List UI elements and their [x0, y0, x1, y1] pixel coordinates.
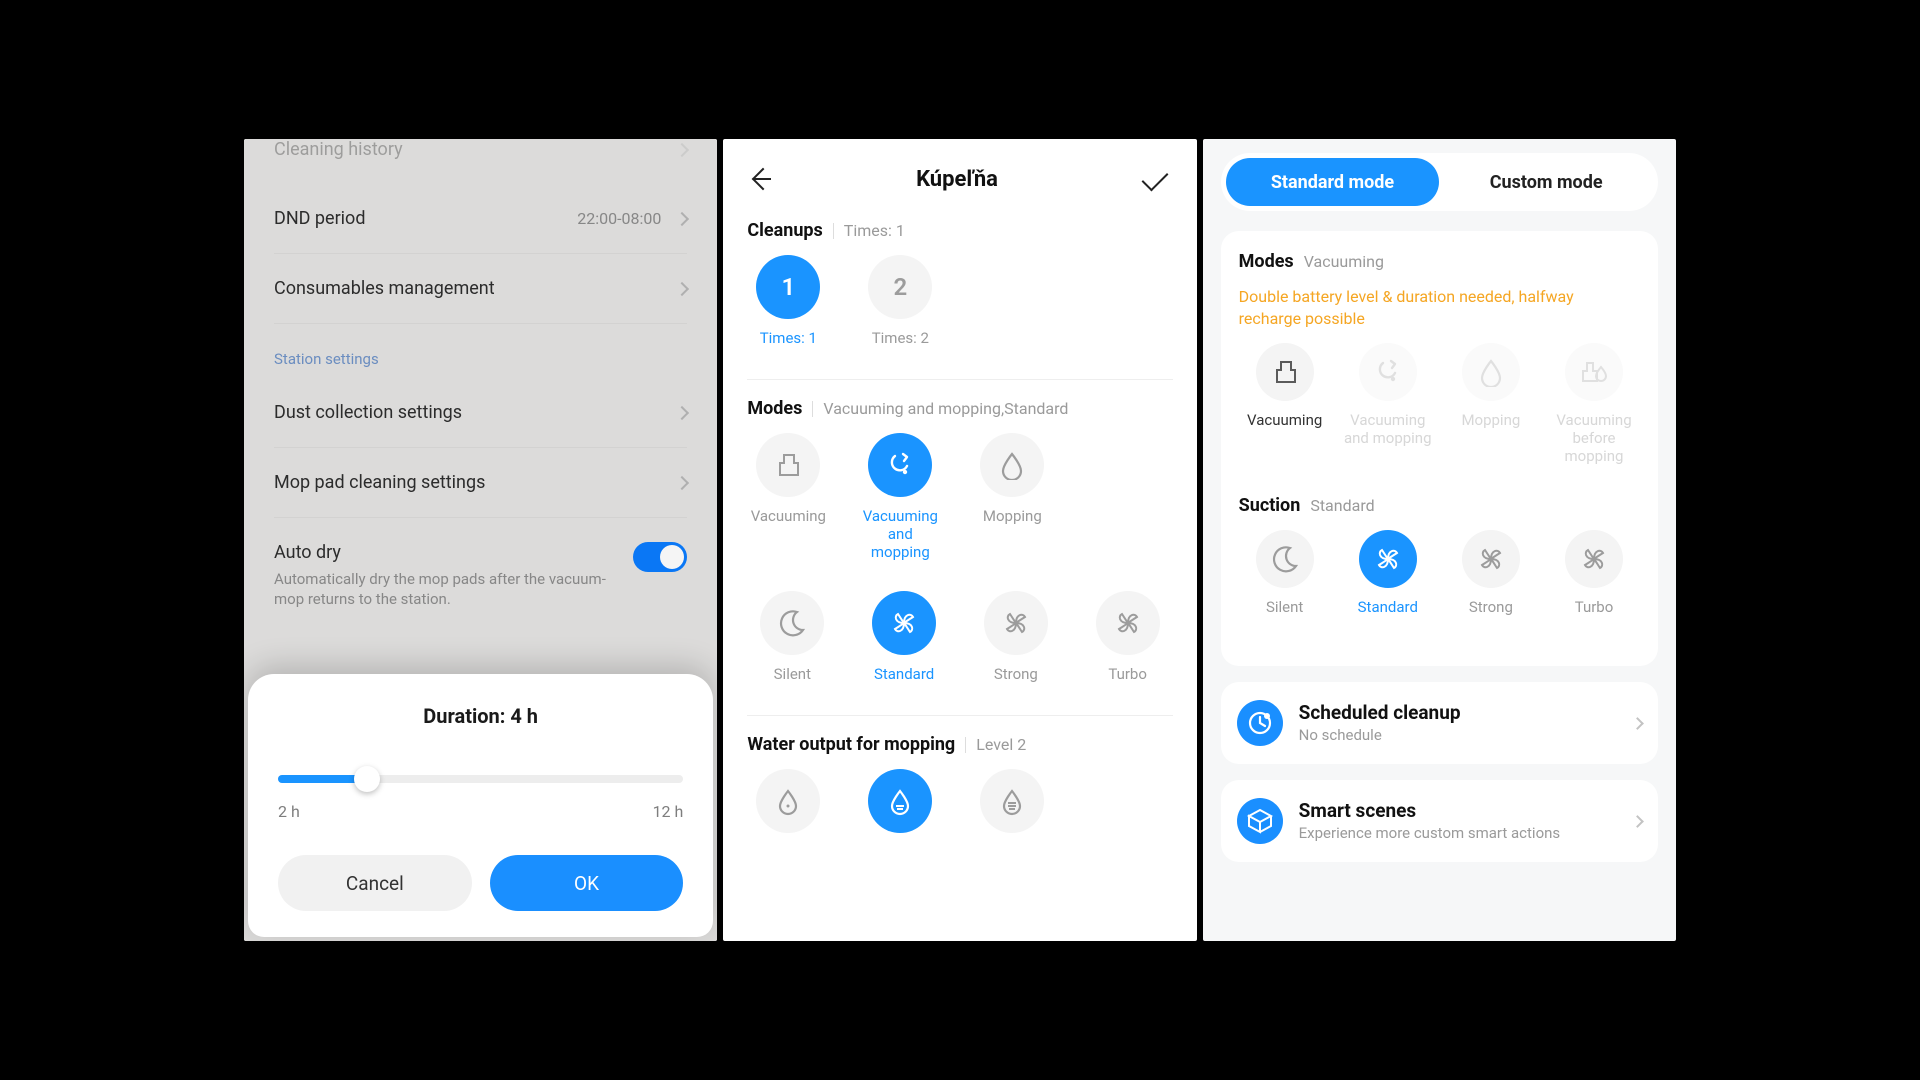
station-settings-header: Station settings	[274, 324, 687, 378]
chevron-right-icon	[675, 211, 689, 225]
drop-icon	[1476, 357, 1506, 387]
vacuum-icon	[773, 450, 803, 480]
clock-icon	[1237, 700, 1283, 746]
cleaning-history-row[interactable]: Cleaning history	[274, 139, 687, 184]
consumables-row[interactable]: Consumables management	[274, 254, 687, 324]
fan-icon	[889, 608, 919, 638]
consumables-label: Consumables management	[274, 278, 495, 299]
smart-scenes-row[interactable]: Smart scenes Experience more custom smar…	[1221, 780, 1658, 862]
vacuum-icon	[1270, 357, 1300, 387]
cleanups-option-2[interactable]: 2 Times: 2	[859, 255, 941, 365]
drop-icon	[885, 786, 915, 816]
moon-icon	[777, 608, 807, 638]
mode-vacuuming-and-mopping[interactable]: Vacuuming and mopping	[859, 433, 941, 561]
p3-mode-mopping[interactable]: Mopping	[1445, 343, 1537, 465]
cancel-button[interactable]: Cancel	[278, 855, 472, 911]
water-level-3[interactable]	[971, 769, 1053, 833]
tab-custom-mode[interactable]: Custom mode	[1439, 158, 1653, 206]
duration-slider[interactable]	[278, 768, 683, 790]
p3-mode-vacuuming[interactable]: Vacuuming	[1239, 343, 1331, 465]
mop-label: Mop pad cleaning settings	[274, 472, 485, 493]
modes-current: Vacuuming and mopping,Standard	[823, 399, 1068, 418]
p3-modes-current: Vacuuming	[1304, 252, 1384, 271]
room-title: Kúpeľňa	[916, 167, 998, 192]
modes-label: Modes	[747, 398, 802, 419]
cube-icon	[1237, 798, 1283, 844]
suction-turbo[interactable]: Turbo	[1087, 591, 1169, 701]
p3-mode-vac-mop[interactable]: Vacuuming and mopping	[1342, 343, 1434, 465]
fan-icon	[1476, 544, 1506, 574]
slider-max: 12 h	[653, 802, 684, 821]
slider-thumb[interactable]	[354, 766, 380, 792]
fan-icon	[1373, 544, 1403, 574]
p3-suction-current: Standard	[1310, 496, 1374, 515]
water-level-2[interactable]	[859, 769, 941, 833]
dnd-label: DND period	[274, 208, 365, 229]
vacuum-mop-icon	[885, 450, 915, 480]
scenes-sub: Experience more custom smart actions	[1299, 824, 1617, 844]
drop-icon	[997, 450, 1027, 480]
ok-button[interactable]: OK	[490, 855, 684, 911]
drop-icon	[997, 786, 1027, 816]
battery-warning: Double battery level & duration needed, …	[1239, 286, 1640, 329]
dnd-period-row[interactable]: DND period 22:00-08:00	[274, 184, 687, 254]
room-settings-screen: Kúpeľňa Cleanups Times: 1 1 Times: 1 2 T…	[723, 139, 1196, 941]
settings-screen: Cleaning history DND period 22:00-08:00 …	[244, 139, 717, 941]
modes-card: Modes Vacuuming Double battery level & d…	[1221, 231, 1658, 666]
mode-segmented-control: Standard mode Custom mode	[1221, 153, 1658, 211]
chevron-right-icon	[1631, 717, 1644, 730]
scheduled-title: Scheduled cleanup	[1299, 701, 1617, 724]
confirm-button[interactable]	[1141, 164, 1168, 191]
p3-modes-label: Modes	[1239, 251, 1294, 272]
suction-silent[interactable]: Silent	[751, 591, 833, 701]
auto-dry-title: Auto dry	[274, 542, 613, 563]
auto-dry-sub: Automatically dry the mop pads after the…	[274, 569, 613, 610]
p3-suction-strong[interactable]: Strong	[1445, 530, 1537, 634]
chevron-right-icon	[1631, 815, 1644, 828]
mode-vacuuming[interactable]: Vacuuming	[747, 433, 829, 561]
scheduled-cleanup-row[interactable]: Scheduled cleanup No schedule	[1221, 682, 1658, 764]
cleanups-current: Times: 1	[844, 221, 905, 240]
suction-strong[interactable]: Strong	[975, 591, 1057, 701]
p3-suction-standard[interactable]: Standard	[1342, 530, 1434, 634]
dust-label: Dust collection settings	[274, 402, 462, 423]
dnd-value: 22:00-08:00	[577, 209, 661, 228]
fan-icon	[1113, 608, 1143, 638]
drop-icon	[773, 786, 803, 816]
p3-suction-label: Suction	[1239, 495, 1301, 516]
auto-dry-row: Auto dry Automatically dry the mop pads …	[274, 518, 687, 634]
scheduled-sub: No schedule	[1299, 726, 1617, 746]
fan-icon	[1579, 544, 1609, 574]
tab-standard-mode[interactable]: Standard mode	[1226, 158, 1440, 206]
water-current: Level 2	[976, 735, 1026, 754]
duration-title: Duration: 4 h	[278, 704, 683, 728]
dust-collection-row[interactable]: Dust collection settings	[274, 378, 687, 448]
back-button[interactable]	[749, 169, 771, 191]
mode-config-screen: Standard mode Custom mode Modes Vacuumin…	[1203, 139, 1676, 941]
p3-mode-vac-before-mop[interactable]: Vacuuming before mopping	[1548, 343, 1640, 465]
p3-suction-silent[interactable]: Silent	[1239, 530, 1331, 634]
chevron-right-icon	[675, 475, 689, 489]
fan-icon	[1001, 608, 1031, 638]
scenes-title: Smart scenes	[1299, 799, 1617, 822]
cleaning-history-label: Cleaning history	[274, 139, 403, 160]
chevron-right-icon	[675, 405, 689, 419]
cleanups-option-1[interactable]: 1 Times: 1	[747, 255, 829, 365]
moon-icon	[1270, 544, 1300, 574]
slider-min: 2 h	[278, 802, 300, 821]
auto-dry-toggle[interactable]	[633, 542, 687, 572]
p3-suction-turbo[interactable]: Turbo	[1548, 530, 1640, 634]
cleanups-label: Cleanups	[747, 220, 822, 241]
chevron-right-icon	[675, 142, 689, 156]
mode-mopping[interactable]: Mopping	[971, 433, 1053, 561]
chevron-right-icon	[675, 281, 689, 295]
vacuum-mop-icon	[1373, 357, 1403, 387]
mop-pad-cleaning-row[interactable]: Mop pad cleaning settings	[274, 448, 687, 518]
water-label: Water output for mopping	[747, 734, 955, 755]
duration-sheet: Duration: 4 h 2 h 12 h Cancel OK	[248, 674, 713, 937]
vacuum-before-mop-icon	[1579, 357, 1609, 387]
suction-standard[interactable]: Standard	[863, 591, 945, 701]
water-level-1[interactable]	[747, 769, 829, 833]
